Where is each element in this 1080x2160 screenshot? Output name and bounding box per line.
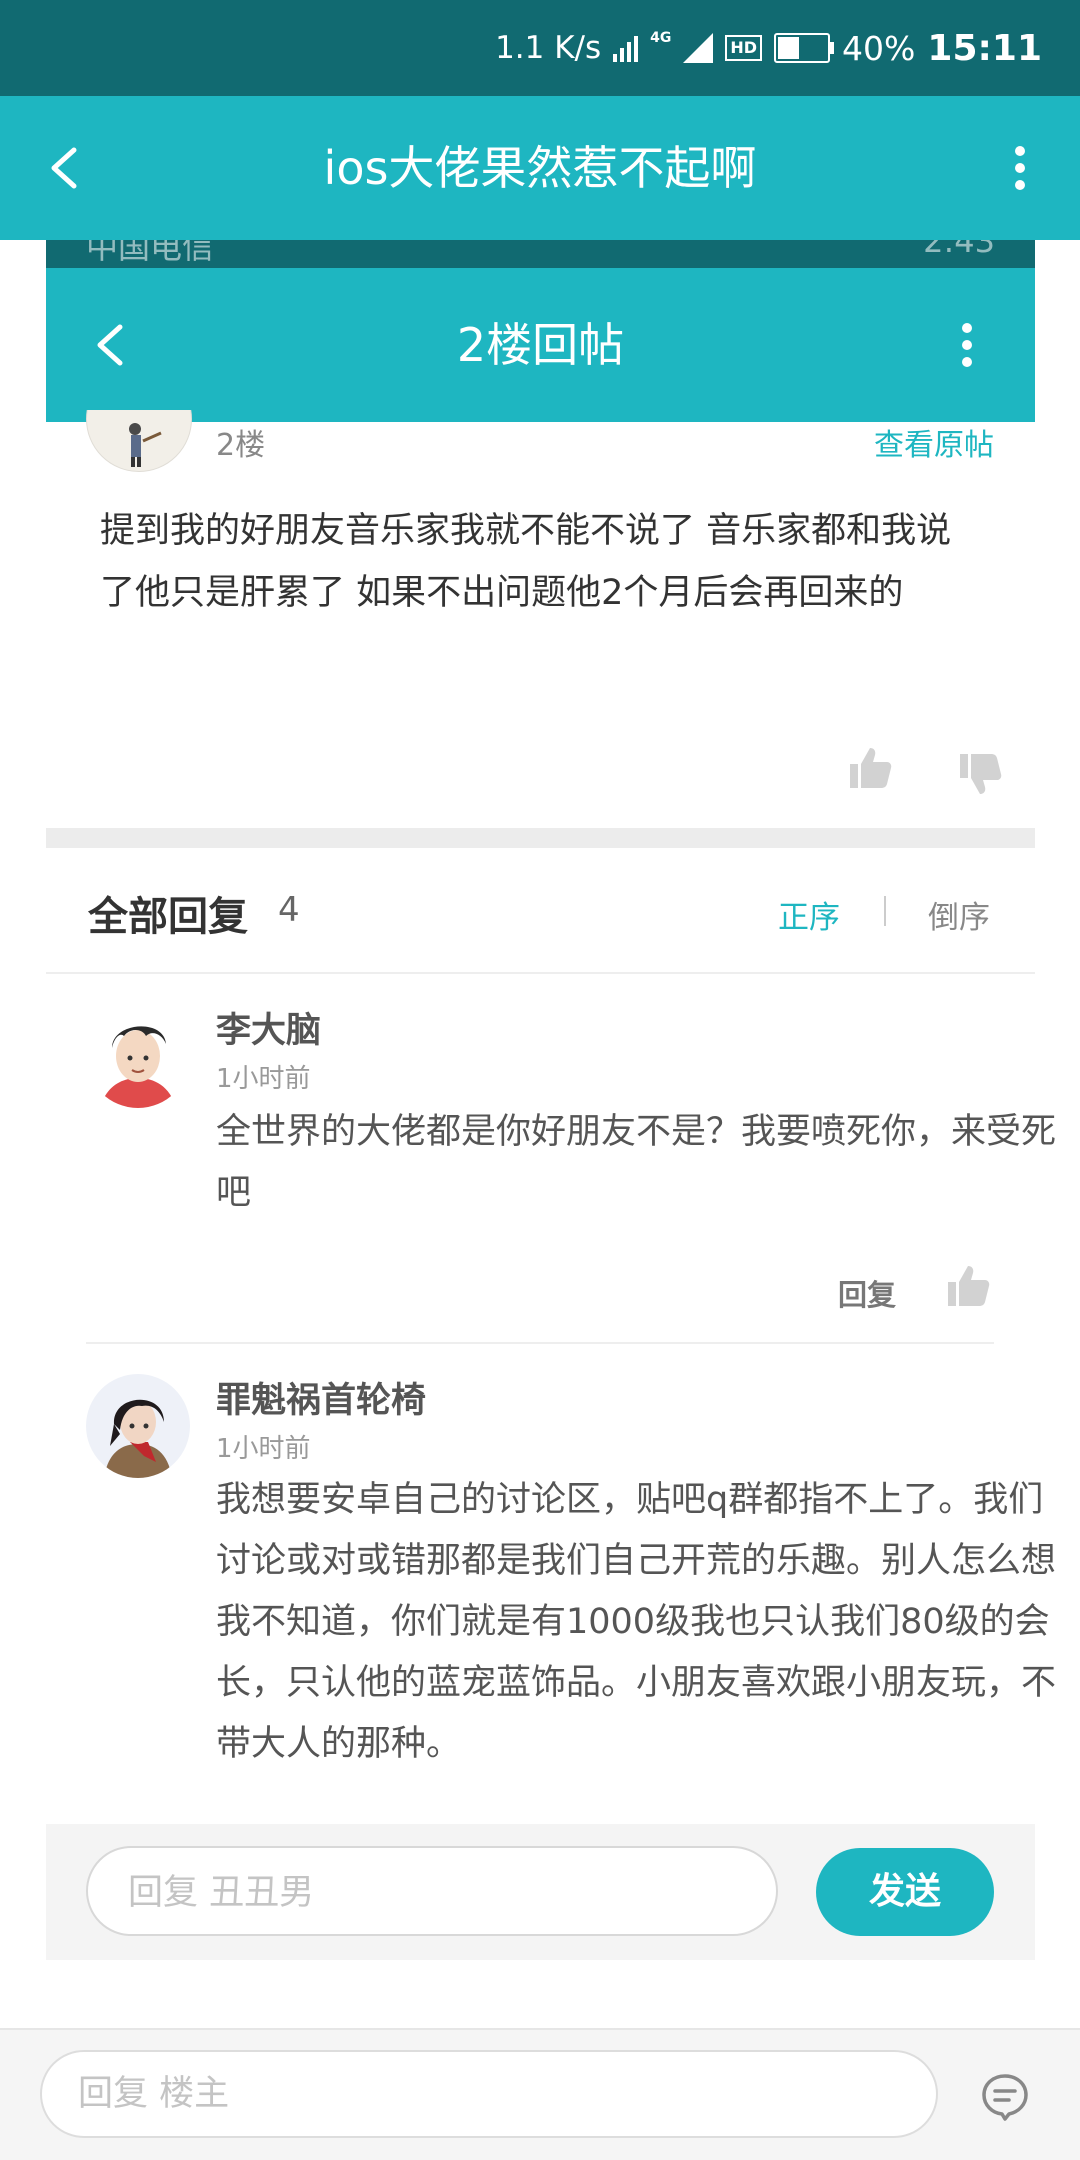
- reply-content: 全世界的大佬都是你好朋友不是？我要喷死你，来受死吧: [216, 1112, 1057, 1213]
- avatar[interactable]: [86, 410, 192, 472]
- reply-time: 1小时前: [216, 1064, 311, 1094]
- reply-button[interactable]: 回复: [838, 1272, 896, 1314]
- clock: 15:11: [927, 27, 1042, 69]
- floor-header: 2楼回帖: [46, 268, 1035, 422]
- sort-ascending-button[interactable]: 正序: [778, 892, 840, 937]
- reply-content: 我想要安卓自己的讨论区，贴吧q群都指不上了。我们讨论或对或错那都是我们自己开荒的…: [216, 1480, 1056, 1764]
- send-button[interactable]: 发送: [816, 1848, 994, 1936]
- battery-icon: [774, 33, 835, 63]
- reply-time: 1小时前: [216, 1434, 311, 1464]
- comment-icon[interactable]: [980, 2072, 1030, 2122]
- signal-icon: [613, 34, 639, 62]
- thumbs-down-icon[interactable]: [956, 750, 1004, 798]
- reply-op-input[interactable]: 回复 楼主: [40, 2050, 938, 2138]
- bottom-bar: 回复 楼主: [0, 2028, 1080, 2160]
- hd-badge: HD: [725, 35, 763, 61]
- sort-descending-button[interactable]: 倒序: [928, 892, 990, 937]
- network-speed: 1.1 K/s: [495, 30, 602, 66]
- embedded-time: 2:43: [923, 240, 995, 260]
- reply-input[interactable]: 回复 丑丑男: [86, 1846, 778, 1936]
- reply-author[interactable]: 李大脑: [216, 1002, 321, 1053]
- all-replies-title: 全部回复: [88, 894, 248, 940]
- reply-count: 4: [278, 890, 300, 930]
- avatar[interactable]: [86, 1004, 190, 1108]
- divider: [86, 1342, 994, 1344]
- reply-composer: 回复 丑丑男 发送: [46, 1824, 1035, 1960]
- floor-title: 2楼回帖: [456, 318, 625, 372]
- more-icon[interactable]: [937, 315, 997, 375]
- status-bar: 1.1 K/s 4G HD 40% 15:11: [0, 0, 1080, 96]
- more-icon[interactable]: [990, 138, 1050, 198]
- app-header: ios大佬果然惹不起啊: [0, 96, 1080, 240]
- thumbs-up-icon[interactable]: [846, 744, 894, 792]
- reply-author[interactable]: 罪魁祸首轮椅: [216, 1372, 426, 1423]
- section-divider: [46, 828, 1035, 848]
- sort-separator: [884, 896, 886, 926]
- thumbs-up-icon[interactable]: [944, 1262, 992, 1310]
- embedded-status-strip: 中国电信 2:43: [46, 240, 1035, 268]
- network-type: 4G: [650, 30, 672, 46]
- status-indicators: 1.1 K/s 4G HD 40% 15:11: [495, 0, 1042, 96]
- thread-title: ios大佬果然惹不起啊: [323, 141, 757, 195]
- floor-number: 2楼: [216, 428, 266, 463]
- divider: [46, 972, 1035, 974]
- floor-post-content: 提到我的好朋友音乐家我就不能不说了 音乐家都和我说了他只是肝累了 如果不出问题他…: [100, 511, 952, 613]
- cell-signal-icon: [683, 33, 714, 63]
- battery-percent: 40%: [842, 28, 916, 68]
- embedded-carrier: 中国电信: [86, 240, 215, 266]
- view-original-link[interactable]: 查看原帖: [874, 420, 994, 464]
- avatar[interactable]: [86, 1374, 190, 1478]
